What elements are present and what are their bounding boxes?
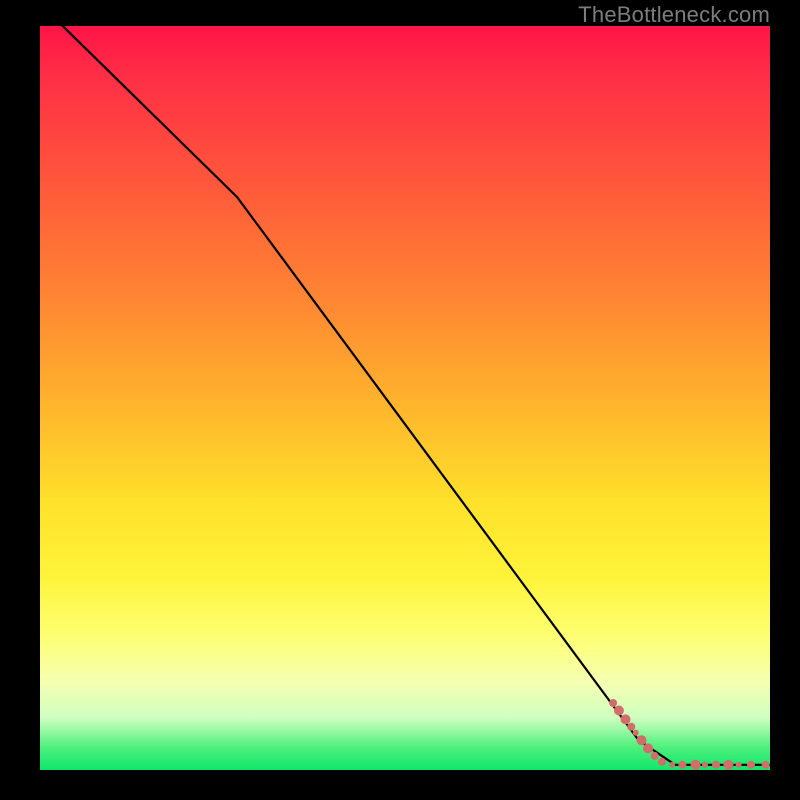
data-point [633, 730, 639, 736]
data-point [762, 761, 770, 769]
data-point [643, 743, 653, 753]
data-point [712, 761, 720, 769]
data-point [609, 699, 617, 707]
data-points-group [609, 699, 770, 770]
data-point [723, 760, 733, 770]
chart-stage: TheBottleneck.com [0, 0, 800, 800]
plot-area [40, 26, 770, 770]
bottleneck-curve [40, 4, 770, 765]
data-point [669, 762, 675, 768]
data-point [747, 761, 755, 769]
attribution-text: TheBottleneck.com [578, 2, 770, 28]
data-point [702, 762, 708, 768]
chart-overlay [40, 26, 770, 770]
data-point [678, 761, 686, 769]
data-point [614, 706, 624, 716]
data-point [637, 735, 647, 745]
data-point [621, 714, 631, 724]
data-point [658, 758, 666, 766]
data-point [627, 723, 635, 731]
data-point [651, 752, 659, 760]
data-point [691, 760, 701, 770]
data-point [736, 762, 742, 768]
